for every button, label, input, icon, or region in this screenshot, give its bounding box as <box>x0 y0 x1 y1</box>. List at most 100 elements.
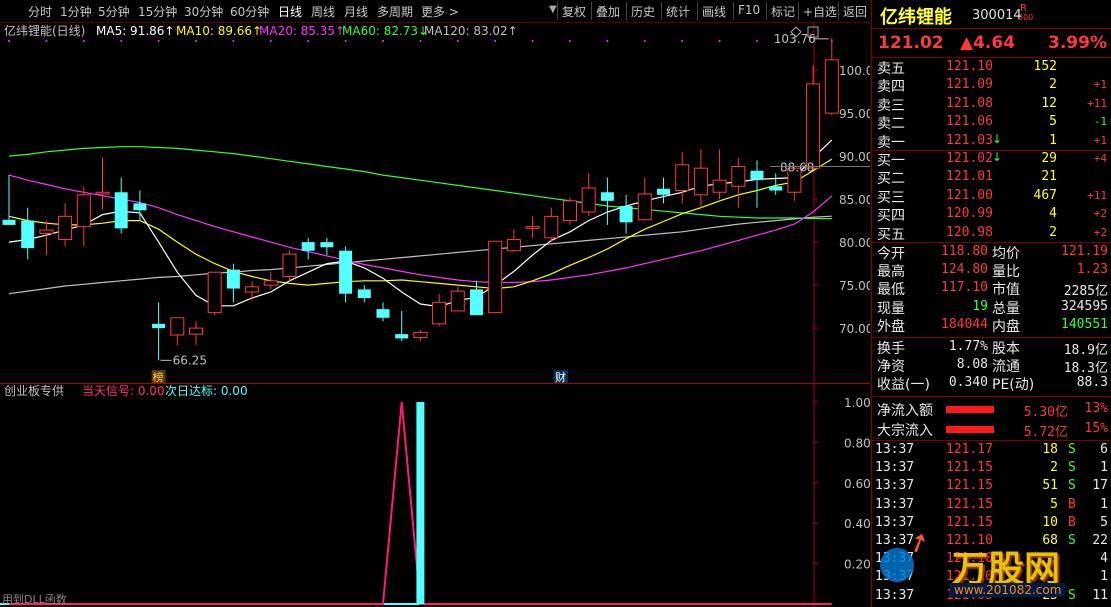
action-button-4[interactable]: 画线 <box>702 3 726 20</box>
candle-38[interactable] <box>712 149 727 200</box>
period-tab-2[interactable]: 5分钟 <box>98 3 130 20</box>
indicator-chart[interactable]: 1.00 0.80 0.60 0.40 0.20 创业板专供 当天信号: 0.00 次日达标:… <box>0 384 870 607</box>
quote-label-0: 今开 <box>877 246 905 262</box>
candle-40[interactable] <box>750 160 764 208</box>
period-tab-9[interactable]: 多周期 <box>377 3 413 20</box>
quote2-value2-2: 88.3 <box>1076 375 1108 391</box>
candle-18[interactable] <box>339 246 353 303</box>
candle-body <box>806 83 821 169</box>
high-price-label: 103.76 <box>774 32 816 46</box>
bid-price-2[interactable]: 121.00 <box>946 188 993 203</box>
candle-6[interactable] <box>114 177 128 234</box>
candle-8[interactable] <box>152 302 166 361</box>
candle-36[interactable] <box>675 151 690 204</box>
candle-body <box>824 59 839 114</box>
tick-time-3: 13:37 <box>875 496 915 512</box>
candle-2[interactable] <box>39 220 54 256</box>
price-tick-label: 100.0 <box>839 64 870 78</box>
candle-43[interactable] <box>806 65 821 170</box>
ask-price-3[interactable]: 121.06 <box>946 114 993 129</box>
action-button-0[interactable]: 复权 <box>562 3 586 20</box>
candle-30[interactable] <box>563 197 577 225</box>
candle-29[interactable] <box>544 207 559 243</box>
candle-27[interactable] <box>506 229 521 253</box>
marker-dot <box>382 40 384 42</box>
candle-11[interactable] <box>207 271 222 316</box>
ask-price-4[interactable]: 121.03 <box>946 133 993 148</box>
candle-14[interactable] <box>263 272 278 290</box>
cai-tag[interactable]: 财 <box>555 370 566 384</box>
candle-35[interactable] <box>657 177 670 204</box>
candle-body <box>207 271 222 314</box>
candle-16[interactable] <box>301 237 315 260</box>
candle-33[interactable] <box>619 194 633 234</box>
bang-tag[interactable]: 榜 <box>153 370 164 384</box>
candle-body <box>58 215 73 241</box>
period-tab-7[interactable]: 周线 <box>311 3 335 20</box>
candle-7[interactable] <box>133 190 147 221</box>
ask-price-1[interactable]: 121.09 <box>946 77 993 92</box>
period-tab-0[interactable]: 分时 <box>28 3 52 20</box>
candle-21[interactable] <box>395 310 409 342</box>
candle-17[interactable] <box>320 237 334 256</box>
bid-price-3[interactable]: 120.99 <box>946 206 993 221</box>
period-tab-1[interactable]: 1分钟 <box>60 3 92 20</box>
dropdown-arrow-icon[interactable]: ▼ <box>549 4 557 15</box>
quote2-label-2: 收益(一) <box>877 377 930 394</box>
action-button-7[interactable]: +自选 <box>803 3 837 20</box>
candle-23[interactable] <box>432 293 447 327</box>
candle-26[interactable] <box>488 240 503 314</box>
candle-3[interactable] <box>58 203 73 247</box>
kline-chart[interactable]: 100.0 95.00 90.00 85.00 80.00 75.00 70.00 亿纬锂能(… <box>0 22 870 384</box>
candle-44[interactable] <box>824 37 839 115</box>
quote-label2-0: 均价 <box>992 246 1020 262</box>
candle-10[interactable] <box>189 321 203 346</box>
period-tab-10[interactable]: 更多 > <box>421 3 459 20</box>
bid-price-4[interactable]: 120.98 <box>946 225 993 240</box>
candle-1[interactable] <box>21 207 35 260</box>
tick-count-2: 17 <box>1092 478 1108 494</box>
period-tab-6[interactable]: 日线 <box>278 3 302 20</box>
header-ma120: MA120: 83.02↑ <box>424 24 518 38</box>
action-button-6[interactable]: 标记 <box>771 3 795 20</box>
ask-price-2[interactable]: 121.08 <box>946 96 993 111</box>
period-tab-5[interactable]: 60分钟 <box>230 3 269 20</box>
quote-value-4: 184044 <box>941 316 988 332</box>
flow-pct-0: 13% <box>1084 401 1108 416</box>
flow-value-0: 5.30亿 <box>1023 405 1068 420</box>
candle-22[interactable] <box>413 329 428 342</box>
tick-side-8: S <box>1068 587 1076 603</box>
candle-4[interactable] <box>76 186 91 247</box>
period-tab-4[interactable]: 30分钟 <box>184 3 223 20</box>
candle-5[interactable] <box>95 157 110 210</box>
candle-20[interactable] <box>376 302 390 322</box>
candle-37[interactable] <box>693 149 708 208</box>
candle-9[interactable] <box>170 317 185 346</box>
candle-28[interactable] <box>525 216 540 238</box>
action-button-3[interactable]: 统计 <box>666 3 690 20</box>
candle-24[interactable] <box>450 286 465 312</box>
action-button-5[interactable]: F10 <box>738 3 760 17</box>
ask-price-0[interactable]: 121.10 <box>946 59 993 74</box>
action-button-2[interactable]: 历史 <box>631 3 655 20</box>
candle-15[interactable] <box>282 250 297 281</box>
candle-32[interactable] <box>600 177 614 225</box>
action-button-8[interactable]: 返回 <box>843 3 867 20</box>
candle-13[interactable] <box>245 280 260 301</box>
bid-price-0[interactable]: 121.02 <box>946 151 993 166</box>
action-button-1[interactable]: 叠加 <box>596 3 620 20</box>
quote2-value2-1: 18.3亿 <box>1063 361 1108 377</box>
ask-vol-2: 12 <box>1041 95 1057 111</box>
quote-label-1: 最高 <box>877 264 905 281</box>
period-tab-8[interactable]: 月线 <box>344 3 368 20</box>
candle-19[interactable] <box>357 285 371 303</box>
candle-39[interactable] <box>731 157 746 208</box>
period-tab-3[interactable]: 15分钟 <box>138 3 177 20</box>
tick-count-7: 1 <box>1100 569 1108 585</box>
candle-body <box>2 219 16 225</box>
candle-34[interactable] <box>637 177 652 221</box>
ma10-line <box>8 158 833 290</box>
bid-price-1[interactable]: 121.01 <box>946 169 993 184</box>
candle-body <box>769 186 783 191</box>
candle-31[interactable] <box>581 173 596 217</box>
